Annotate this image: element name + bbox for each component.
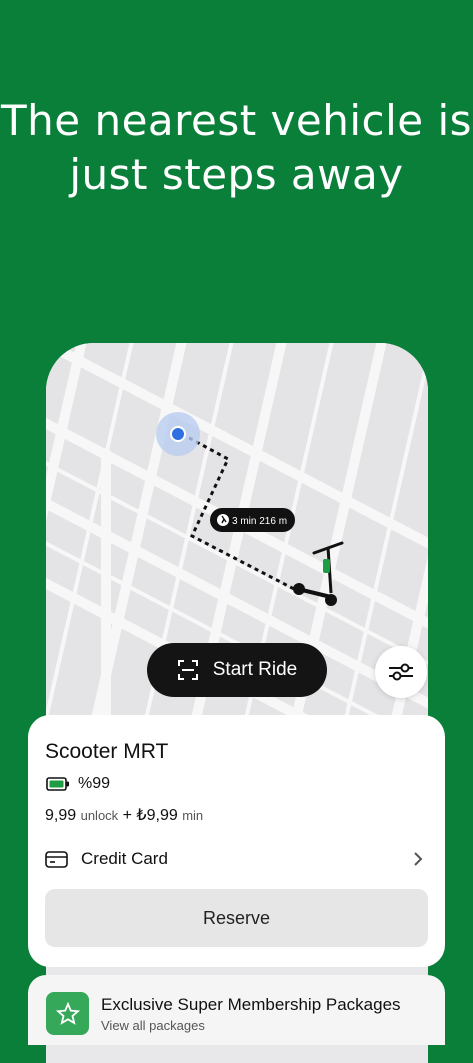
chevron-right-icon xyxy=(414,852,423,866)
start-ride-button[interactable]: Start Ride xyxy=(147,643,327,697)
battery-status: %99 xyxy=(46,775,110,793)
battery-icon xyxy=(46,777,69,791)
promo-card[interactable]: Exclusive Super Membership Packages View… xyxy=(28,975,445,1045)
unlock-price: 9,99 xyxy=(45,807,77,824)
minute-label: min xyxy=(182,808,204,823)
start-ride-label: Start Ride xyxy=(212,659,298,680)
user-location-icon xyxy=(156,412,200,456)
star-icon xyxy=(46,992,89,1035)
unlock-label: unlock xyxy=(80,808,119,823)
payment-method-label: Credit Card xyxy=(81,849,168,868)
minute-price: ₺9,99 xyxy=(136,807,178,824)
route-label-text: 3 min 216 m xyxy=(232,516,287,527)
vehicle-name: Scooter MRT xyxy=(45,740,169,763)
promo-subtitle: View all packages xyxy=(101,1018,205,1033)
reserve-label: Reserve xyxy=(202,907,271,928)
battery-percentage: %99 xyxy=(78,775,111,792)
filter-button[interactable] xyxy=(375,646,427,698)
reserve-button[interactable]: Reserve xyxy=(45,889,428,947)
headline: The nearest vehicle is just steps away xyxy=(0,96,473,199)
vehicle-card: Scooter MRT %99 9,99 unlock + ₺9,99 min … xyxy=(28,715,445,967)
scan-icon xyxy=(177,660,198,680)
credit-card-icon xyxy=(45,850,68,868)
sliders-icon xyxy=(389,663,413,681)
promo-title: Exclusive Super Membership Packages xyxy=(101,995,401,1014)
route-label: 3 min 216 m xyxy=(210,508,295,532)
plus-sign: + xyxy=(122,807,132,824)
payment-method-row[interactable]: Credit Card xyxy=(45,845,423,873)
pricing: 9,99 unlock + ₺9,99 min xyxy=(45,805,203,825)
